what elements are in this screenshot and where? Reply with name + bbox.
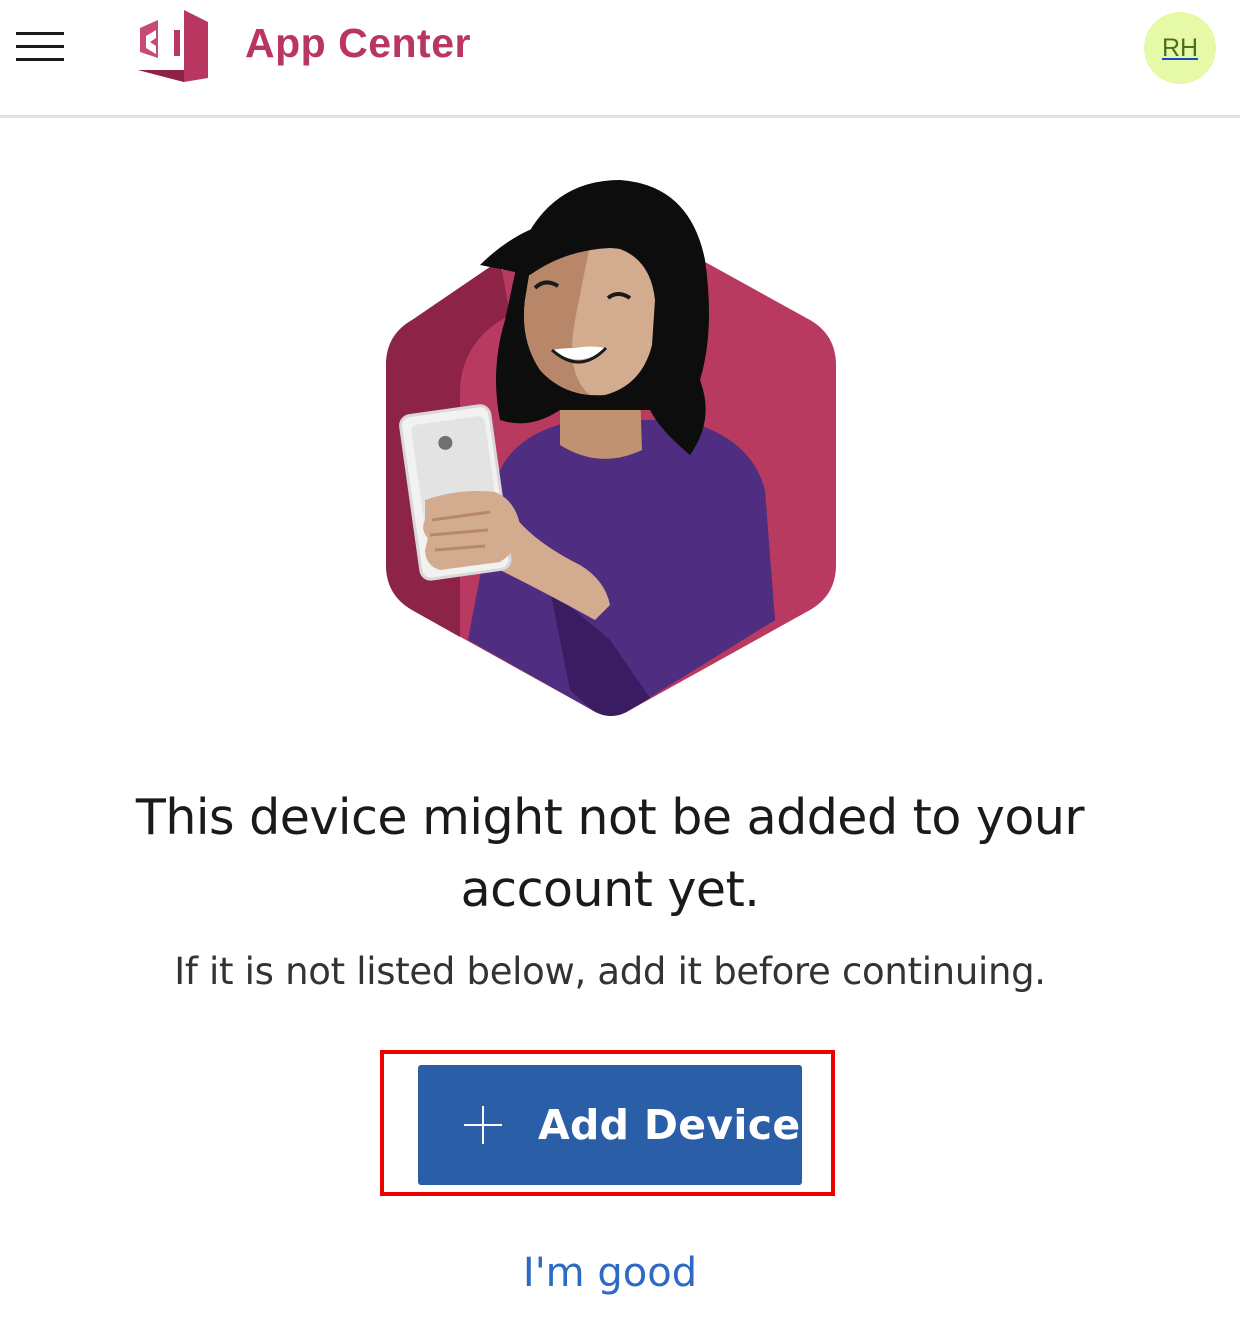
page: App Center RH This device might not be a… — [0, 0, 1240, 1344]
hamburger-menu-icon[interactable] — [16, 32, 64, 62]
app-title: App Center — [245, 20, 471, 66]
add-device-label: Add Device — [538, 1101, 801, 1149]
app-header: App Center RH — [0, 0, 1240, 118]
im-good-link[interactable]: I'm good — [420, 1250, 800, 1296]
app-center-logo-icon — [138, 10, 208, 82]
user-avatar[interactable]: RH — [1144, 12, 1216, 84]
add-device-button[interactable]: Add Device — [418, 1065, 802, 1185]
plus-icon — [464, 1106, 502, 1144]
woman-holding-phone-illustration — [386, 180, 836, 716]
headline: This device might not be added to your a… — [135, 789, 1085, 918]
avatar-initials: RH — [1161, 33, 1199, 62]
instruction-text: If it is not listed below, add it before… — [174, 950, 1046, 993]
